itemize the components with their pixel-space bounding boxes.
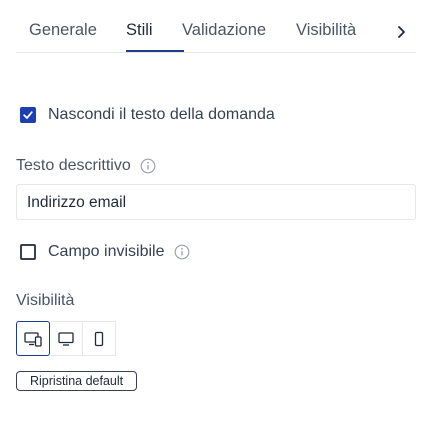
tab-stili[interactable]: Stili [126, 21, 153, 40]
tab-generale[interactable]: Generale [29, 21, 97, 40]
hide-question-text-option: Nascondi il testo della domanda [20, 106, 275, 124]
chevron-right-icon[interactable] [392, 21, 412, 43]
tab-validazione[interactable]: Validazione [182, 21, 266, 40]
hide-question-text-label: Nascondi il testo della domanda [48, 106, 275, 123]
desktop-mobile-icon [24, 331, 42, 347]
description-label-row: Testo descrittivo [16, 157, 156, 175]
checkmark-icon [23, 111, 33, 119]
mobile-only-button[interactable] [82, 321, 116, 356]
tab-bar: Generale Stili Validazione Visibilità [16, 14, 416, 53]
hide-question-text-checkbox[interactable] [20, 107, 36, 123]
reset-default-button[interactable]: Ripristina default [16, 371, 138, 391]
info-icon[interactable] [140, 158, 156, 174]
all-devices-button[interactable] [16, 321, 50, 356]
desktop-only-button[interactable] [49, 321, 83, 356]
invisible-field-label: Campo invisibile [48, 243, 165, 260]
desktop-icon [58, 331, 74, 346]
visibility-label: Visibilità [16, 292, 75, 309]
tab-visibilita[interactable]: Visibilità [296, 21, 356, 40]
device-visibility-group [16, 321, 116, 356]
info-icon[interactable] [174, 244, 190, 260]
mobile-icon [94, 331, 104, 346]
invisible-field-option: Campo invisibile [20, 243, 190, 261]
description-label: Testo descrittivo [16, 157, 131, 174]
description-input[interactable]: Indirizzo email [16, 184, 416, 220]
active-tab-indicator [126, 50, 184, 52]
invisible-field-checkbox[interactable] [20, 244, 36, 260]
